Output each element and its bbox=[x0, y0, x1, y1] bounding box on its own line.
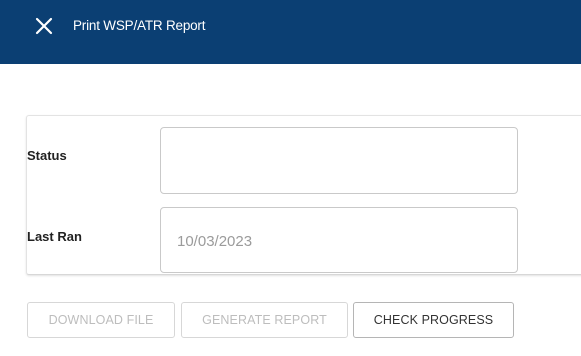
status-field[interactable] bbox=[160, 127, 518, 194]
download-file-button[interactable]: DOWNLOAD FILE bbox=[27, 302, 175, 338]
last-ran-label: Last Ran bbox=[27, 229, 82, 244]
status-label: Status bbox=[27, 148, 67, 163]
dialog-title: Print WSP/ATR Report bbox=[73, 18, 206, 33]
generate-report-button[interactable]: GENERATE REPORT bbox=[181, 302, 348, 338]
check-progress-button[interactable]: CHECK PROGRESS bbox=[353, 302, 514, 338]
last-ran-field[interactable]: 10/03/2023 bbox=[160, 207, 518, 273]
close-icon[interactable] bbox=[35, 17, 53, 35]
dialog-header: Print WSP/ATR Report bbox=[0, 0, 581, 64]
